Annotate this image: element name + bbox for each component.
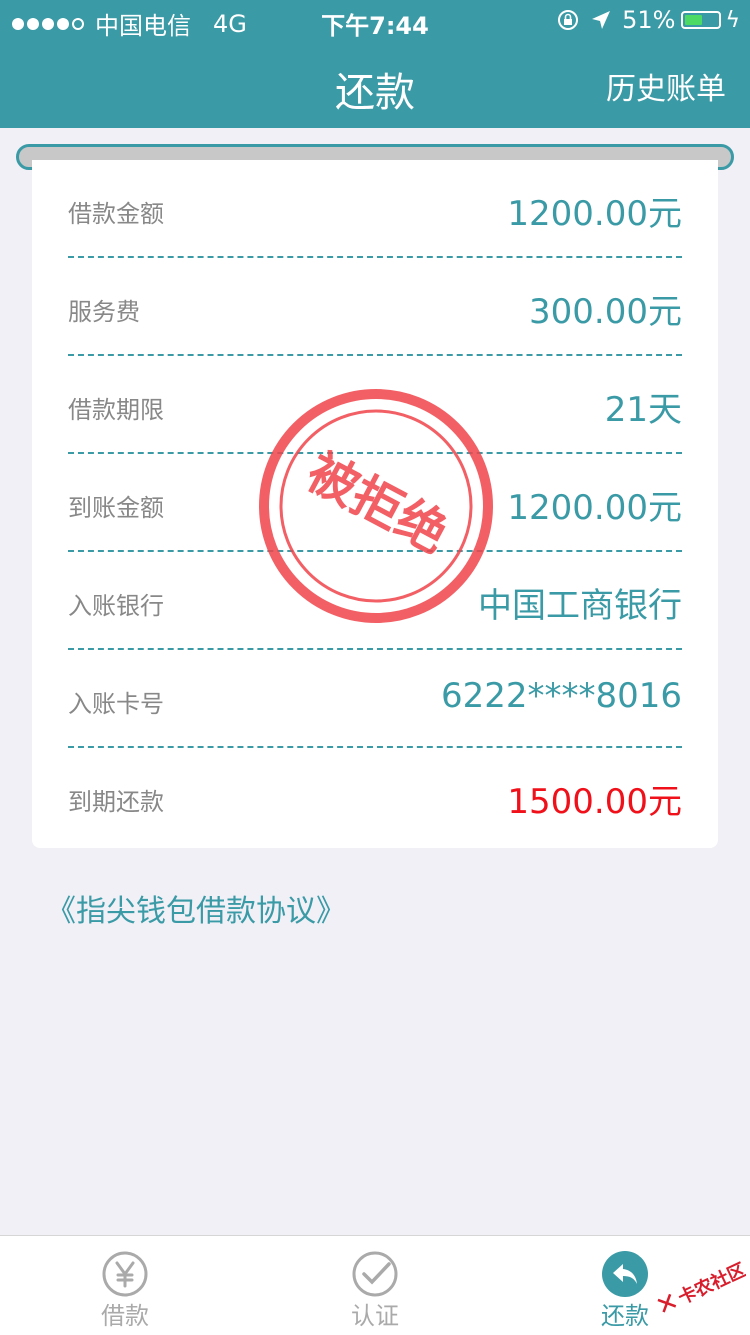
detail-label: 借款金额 [68,200,164,228]
tab-verify[interactable]: 认证 [250,1236,500,1335]
detail-value: 1200.00元 [507,488,682,528]
detail-label: 到期还款 [68,788,164,816]
detail-label: 借款期限 [68,396,164,424]
reply-icon [602,1251,648,1297]
check-icon [352,1251,398,1297]
location-arrow-icon [592,11,611,29]
charging-icon: ϟ [725,7,740,33]
tab-repay[interactable]: 还款 [500,1236,750,1335]
battery-percent: 51% [622,6,676,34]
yen-icon [102,1251,148,1297]
status-bar: 中国电信 4G 下午7:44 51% ϟ [0,0,750,40]
detail-value-due: 1500.00元 [507,782,682,822]
battery-fill [685,15,702,25]
status-right: 51% ϟ [546,6,740,34]
detail-label: 服务费 [68,298,140,326]
tab-bar: 借款 认证 还款 [0,1235,750,1335]
detail-row-loan-term: 借款期限 21天 [68,356,682,454]
detail-row-received-amount: 到账金额 1200.00元 [68,454,682,552]
tab-label: 认证 [351,1302,399,1330]
header: 中国电信 4G 下午7:44 51% ϟ 还款 历史账单 [0,0,750,128]
battery-icon [681,11,722,29]
rotation-lock-icon [558,10,579,30]
detail-label: 入账卡号 [68,690,164,718]
detail-label: 到账金额 [68,494,164,522]
loan-details-card: 借款金额 1200.00元 服务费 300.00元 借款期限 21天 到账金额 … [32,160,718,848]
tab-label: 借款 [101,1302,149,1330]
detail-label: 入账银行 [68,592,164,620]
history-bills-link[interactable]: 历史账单 [606,64,726,108]
detail-value: 1200.00元 [507,194,682,234]
tab-label: 还款 [601,1302,649,1330]
tab-borrow[interactable]: 借款 [0,1236,250,1335]
detail-row-card-number: 入账卡号 6222****8016 [68,650,682,748]
detail-row-service-fee: 服务费 300.00元 [68,258,682,356]
detail-row-loan-amount: 借款金额 1200.00元 [68,160,682,258]
detail-value: 300.00元 [529,292,682,332]
detail-row-bank: 入账银行 中国工商银行 [68,552,682,650]
detail-value: 21天 [604,390,682,430]
detail-value: 6222****8016 [440,676,682,716]
detail-row-due-repayment: 到期还款 1500.00元 [68,748,682,846]
detail-value: 中国工商银行 [478,586,682,626]
loan-agreement-link[interactable]: 《指尖钱包借款协议》 [46,886,346,930]
